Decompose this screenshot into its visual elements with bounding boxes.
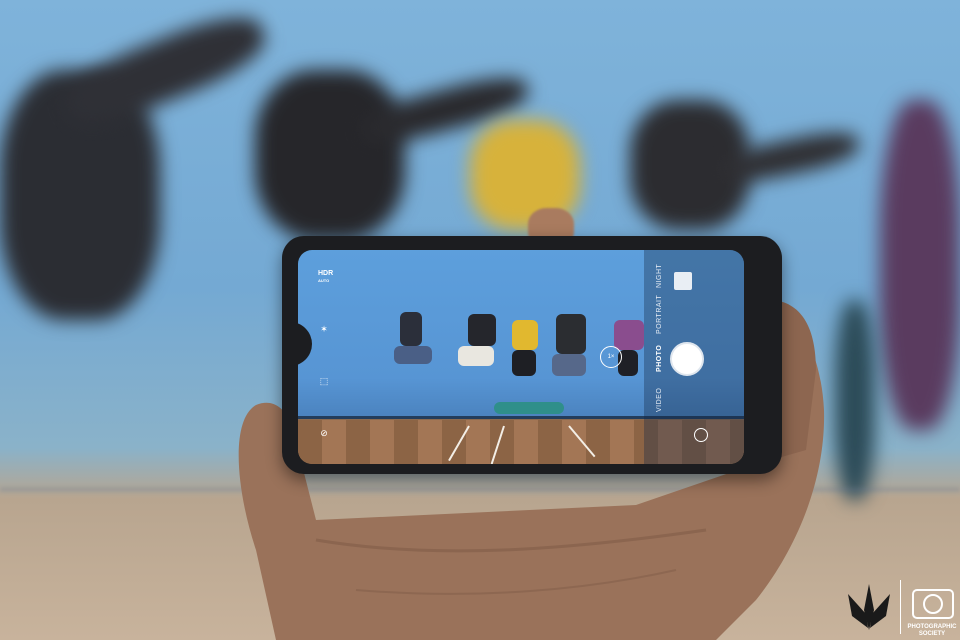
shutter-button[interactable]	[670, 342, 704, 376]
mode-portrait[interactable]: PORTRAIT	[656, 295, 663, 334]
zoom-button[interactable]: 1×	[600, 346, 622, 368]
jumper-1	[400, 312, 422, 346]
timer-off-icon[interactable]: ⊘	[318, 428, 330, 439]
logo-divider	[900, 580, 901, 634]
table	[494, 402, 564, 414]
jumper-3	[512, 320, 538, 350]
jumper-2-legs	[458, 346, 494, 366]
hdr-toggle[interactable]: HDR AUTO	[318, 270, 333, 284]
photo-scene: HDR AUTO ✶ ⬚ ⊘ 1× NIGHT PORTRAIT PHOTO V…	[0, 0, 960, 640]
smartphone: HDR AUTO ✶ ⬚ ⊘ 1× NIGHT PORTRAIT PHOTO V…	[282, 236, 782, 474]
aspect-ratio-icon[interactable]: ⬚	[318, 376, 330, 387]
jumper-5	[614, 320, 644, 350]
blurred-dancer-5	[880, 100, 960, 430]
flash-icon[interactable]: ✶	[318, 324, 330, 335]
camera-logo	[912, 589, 954, 619]
jumper-4	[556, 314, 586, 354]
blurred-person-standing	[835, 300, 875, 500]
gallery-thumbnail[interactable]	[674, 272, 692, 290]
jumper-1-legs	[394, 346, 432, 364]
jumper-2	[468, 314, 496, 346]
mode-video[interactable]: VIDEO	[656, 388, 663, 412]
camera-viewfinder: HDR AUTO ✶ ⬚ ⊘ 1× NIGHT PORTRAIT PHOTO V…	[298, 250, 744, 464]
lotus-logo	[848, 584, 890, 630]
jumper-4-legs	[552, 354, 586, 376]
mode-night[interactable]: NIGHT	[656, 264, 663, 288]
switch-camera-icon[interactable]	[694, 428, 708, 442]
blurred-dancer-2	[255, 70, 405, 240]
jumper-3-legs	[512, 350, 536, 376]
mode-photo[interactable]: PHOTO	[656, 345, 663, 372]
society-wordmark: PHOTOGRAPHIC SOCIETY	[907, 624, 957, 637]
